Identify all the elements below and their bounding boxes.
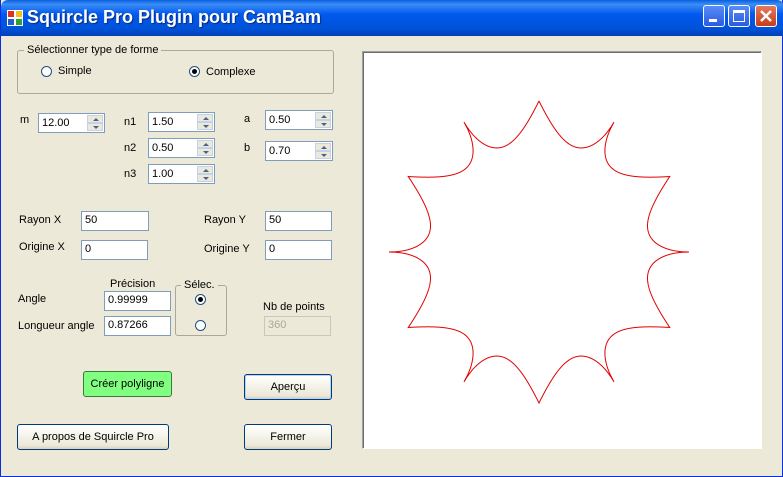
radius-y-input[interactable]: 50 [265,211,332,231]
b-down-arrow[interactable] [315,151,331,159]
radio-complex[interactable] [189,66,200,77]
maximize-icon [733,10,745,22]
n3-down-arrow[interactable] [197,174,213,182]
preview-drawing [388,100,690,405]
shape-type-legend: Sélectionner type de forme [24,44,162,56]
about-button[interactable]: A propos de Squircle Pro [17,424,169,450]
radio-simple[interactable] [41,66,52,77]
maximize-button[interactable] [728,5,750,27]
n1-value: 1.50 [152,116,174,128]
m-down-arrow[interactable] [87,123,103,131]
close-button[interactable] [755,5,777,27]
precision-header: Précision [110,278,156,290]
radio-length-angle[interactable] [195,320,206,331]
origin-y-label: Origine Y [204,243,250,255]
n2-value: 0.50 [152,142,174,154]
a-up-arrow[interactable] [315,112,331,120]
minimize-icon [709,19,717,22]
points-input: 360 [264,316,331,336]
preview-canvas [362,51,762,449]
main-window: Squircle Pro Plugin pour CamBam Sélectio… [0,0,783,477]
radius-x-label: Rayon X [19,214,62,226]
n1-spinner[interactable]: 1.50 [148,112,215,132]
create-polyline-button[interactable]: Créer polyligne [83,371,172,397]
minimize-button[interactable] [703,5,725,27]
n3-up-arrow[interactable] [197,166,213,174]
superformula-shape [388,100,690,405]
n2-spinner[interactable]: 0.50 [148,138,215,158]
window-title: Squircle Pro Plugin pour CamBam [27,7,322,27]
radius-x-input[interactable]: 50 [81,211,149,231]
n2-down-arrow[interactable] [197,148,213,156]
n1-label: n1 [124,116,137,128]
n3-label: n3 [124,168,137,180]
n2-label: n2 [124,142,137,154]
n3-value: 1.00 [152,168,174,180]
n1-down-arrow[interactable] [197,122,213,130]
angle-input[interactable]: 0.99999 [104,291,171,311]
b-spinner[interactable]: 0.70 [265,141,333,161]
a-value: 0.50 [269,114,291,126]
radio-angle[interactable] [195,294,206,305]
origin-y-input[interactable]: 0 [265,240,332,260]
origin-x-input[interactable]: 0 [81,240,148,260]
length-angle-input[interactable]: 0.87266 [104,316,171,336]
n3-spinner[interactable]: 1.00 [148,164,215,184]
b-label: b [244,142,251,154]
a-label: a [244,113,251,125]
radius-y-label: Rayon Y [204,214,246,226]
m-up-arrow[interactable] [87,115,103,123]
points-label: Nb de points [263,301,325,313]
app-icon [7,10,23,26]
title-bar[interactable]: Squircle Pro Plugin pour CamBam [1,0,783,36]
m-value: 12.00 [42,117,70,129]
b-value: 0.70 [269,145,291,157]
close-icon [760,10,772,22]
selection-legend: Sélec. [181,279,218,291]
preview-button[interactable]: Aperçu [244,374,332,400]
m-spinner[interactable]: 12.00 [38,113,105,133]
b-up-arrow[interactable] [315,143,331,151]
n2-up-arrow[interactable] [197,140,213,148]
radio-complex-label: Complexe [206,66,256,78]
close-dialog-button[interactable]: Fermer [244,424,332,450]
a-spinner[interactable]: 0.50 [265,110,333,130]
length-angle-label: Longueur angle [18,320,95,332]
m-label: m [20,114,30,126]
origin-x-label: Origine X [19,241,65,253]
n1-up-arrow[interactable] [197,114,213,122]
angle-label: Angle [18,293,47,305]
radio-simple-label: Simple [58,65,92,77]
a-down-arrow[interactable] [315,120,331,128]
